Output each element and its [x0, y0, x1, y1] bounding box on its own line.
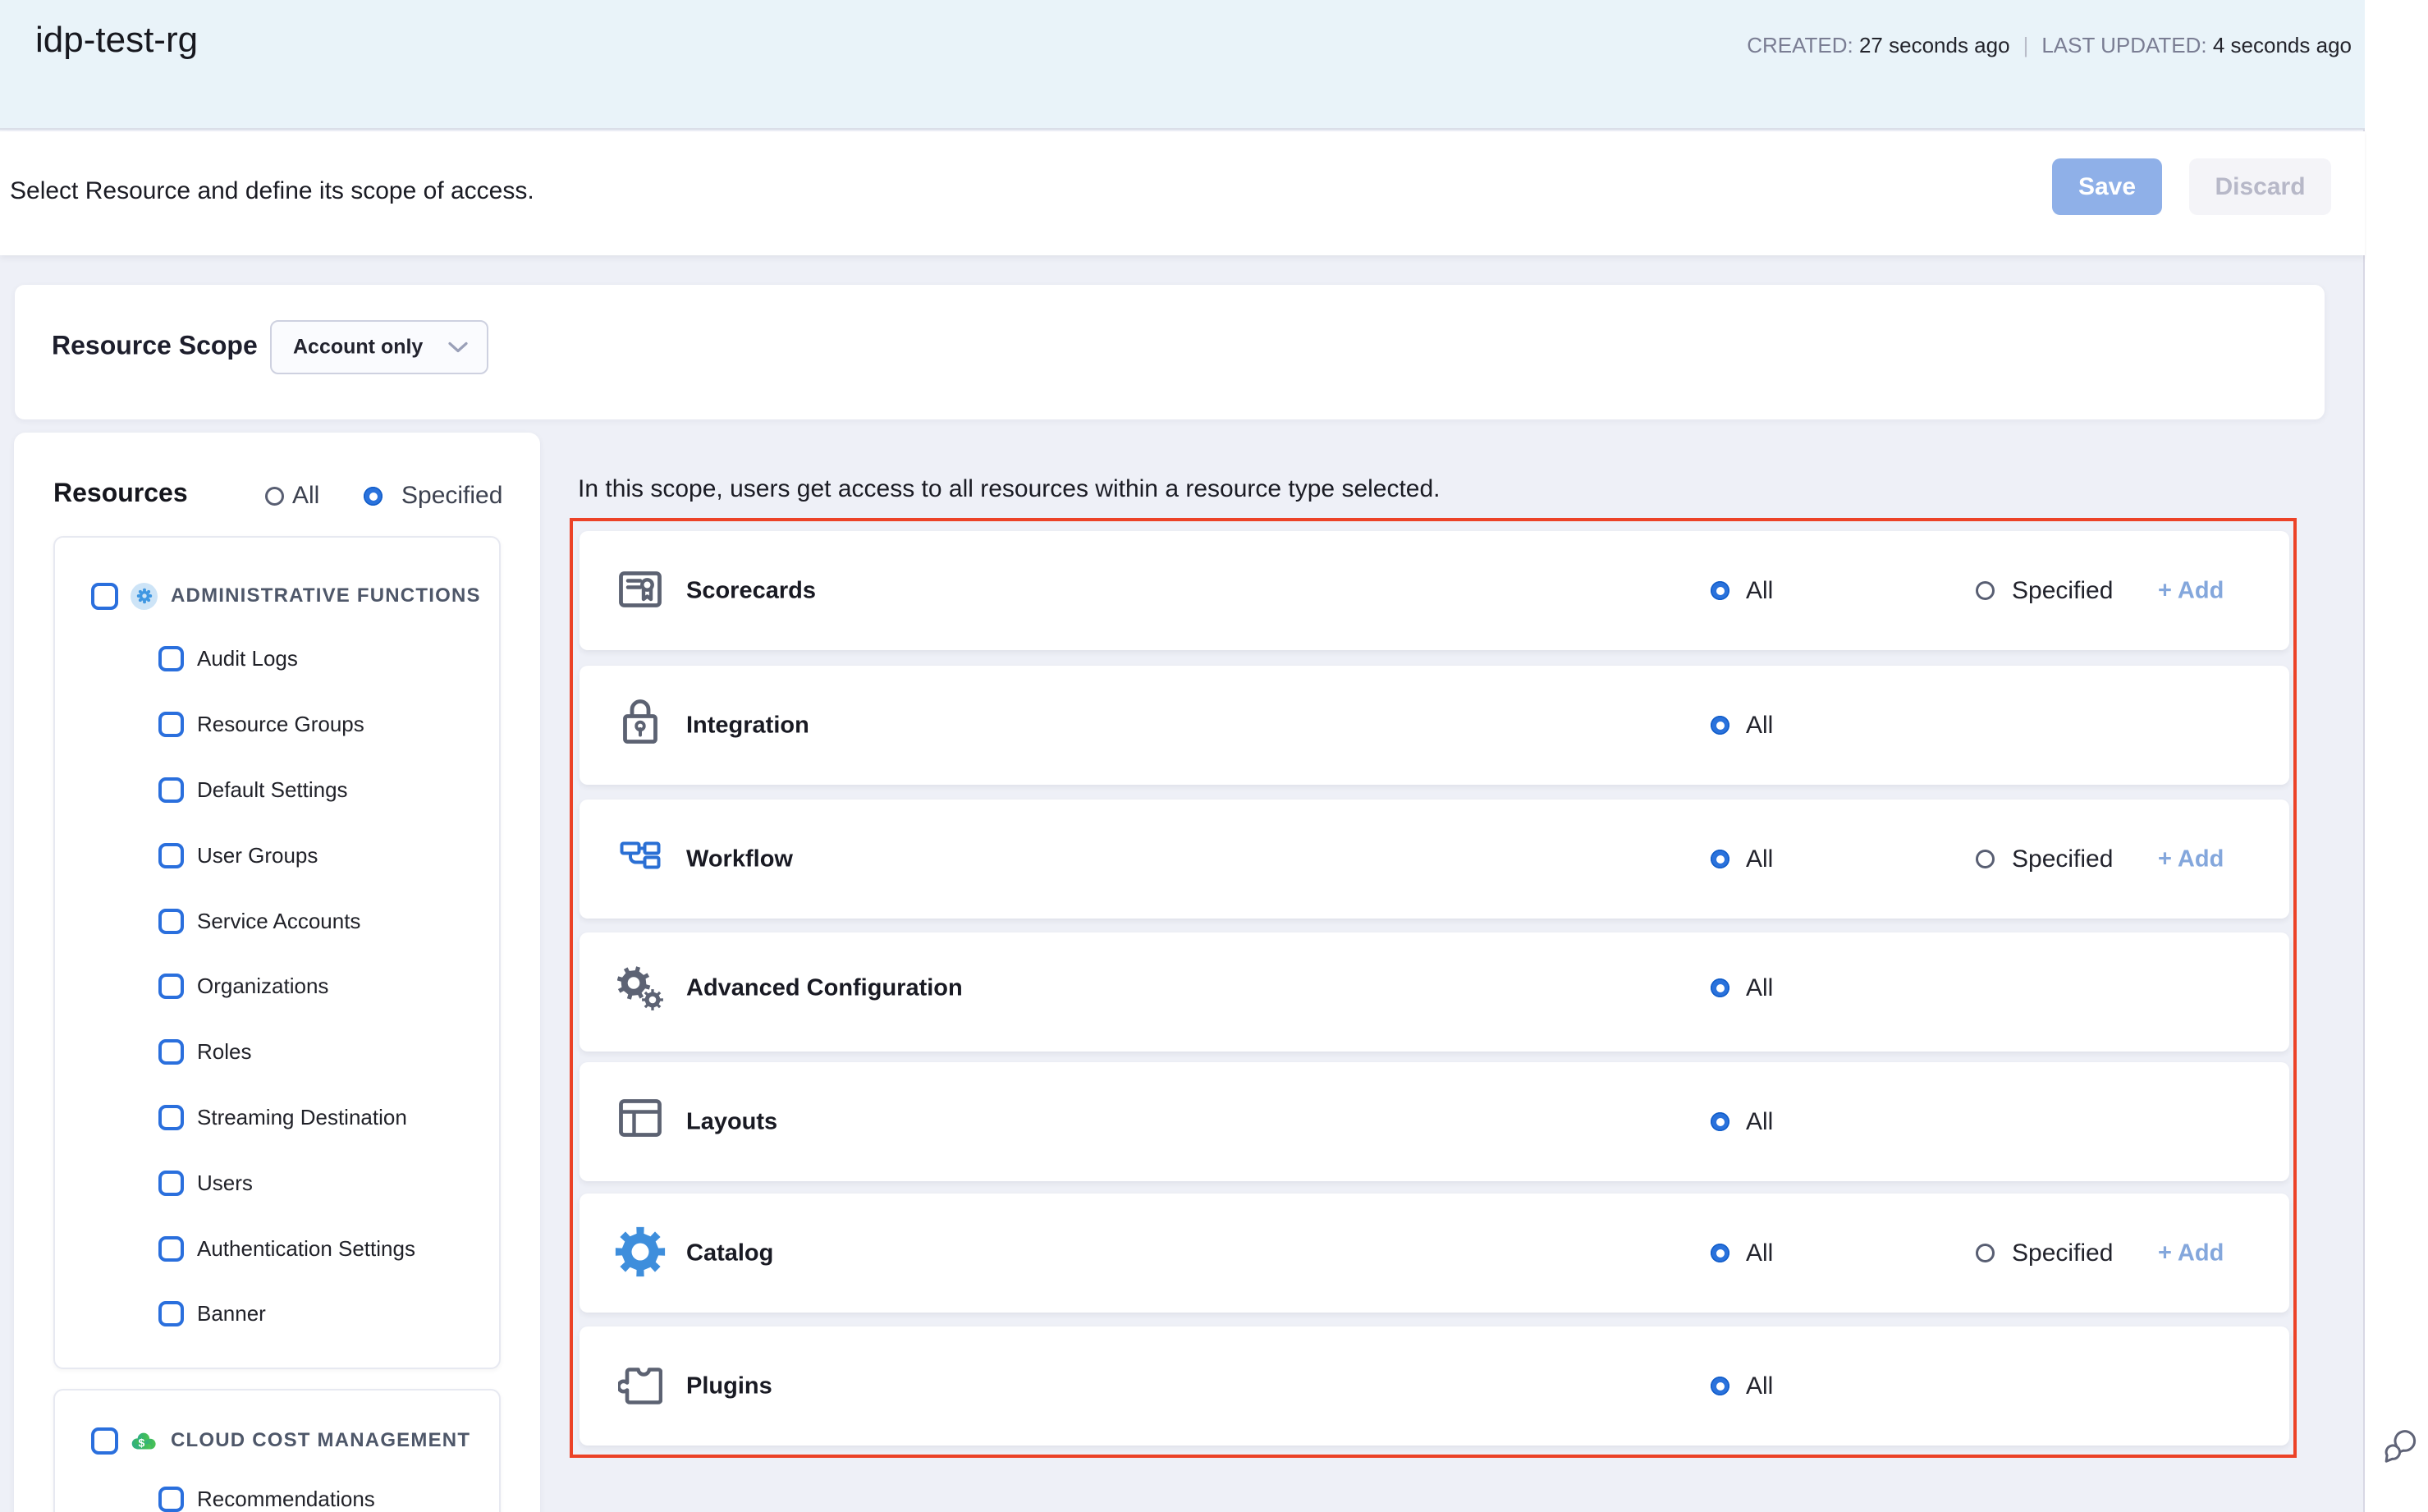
svg-text:$: $ [139, 1436, 145, 1449]
